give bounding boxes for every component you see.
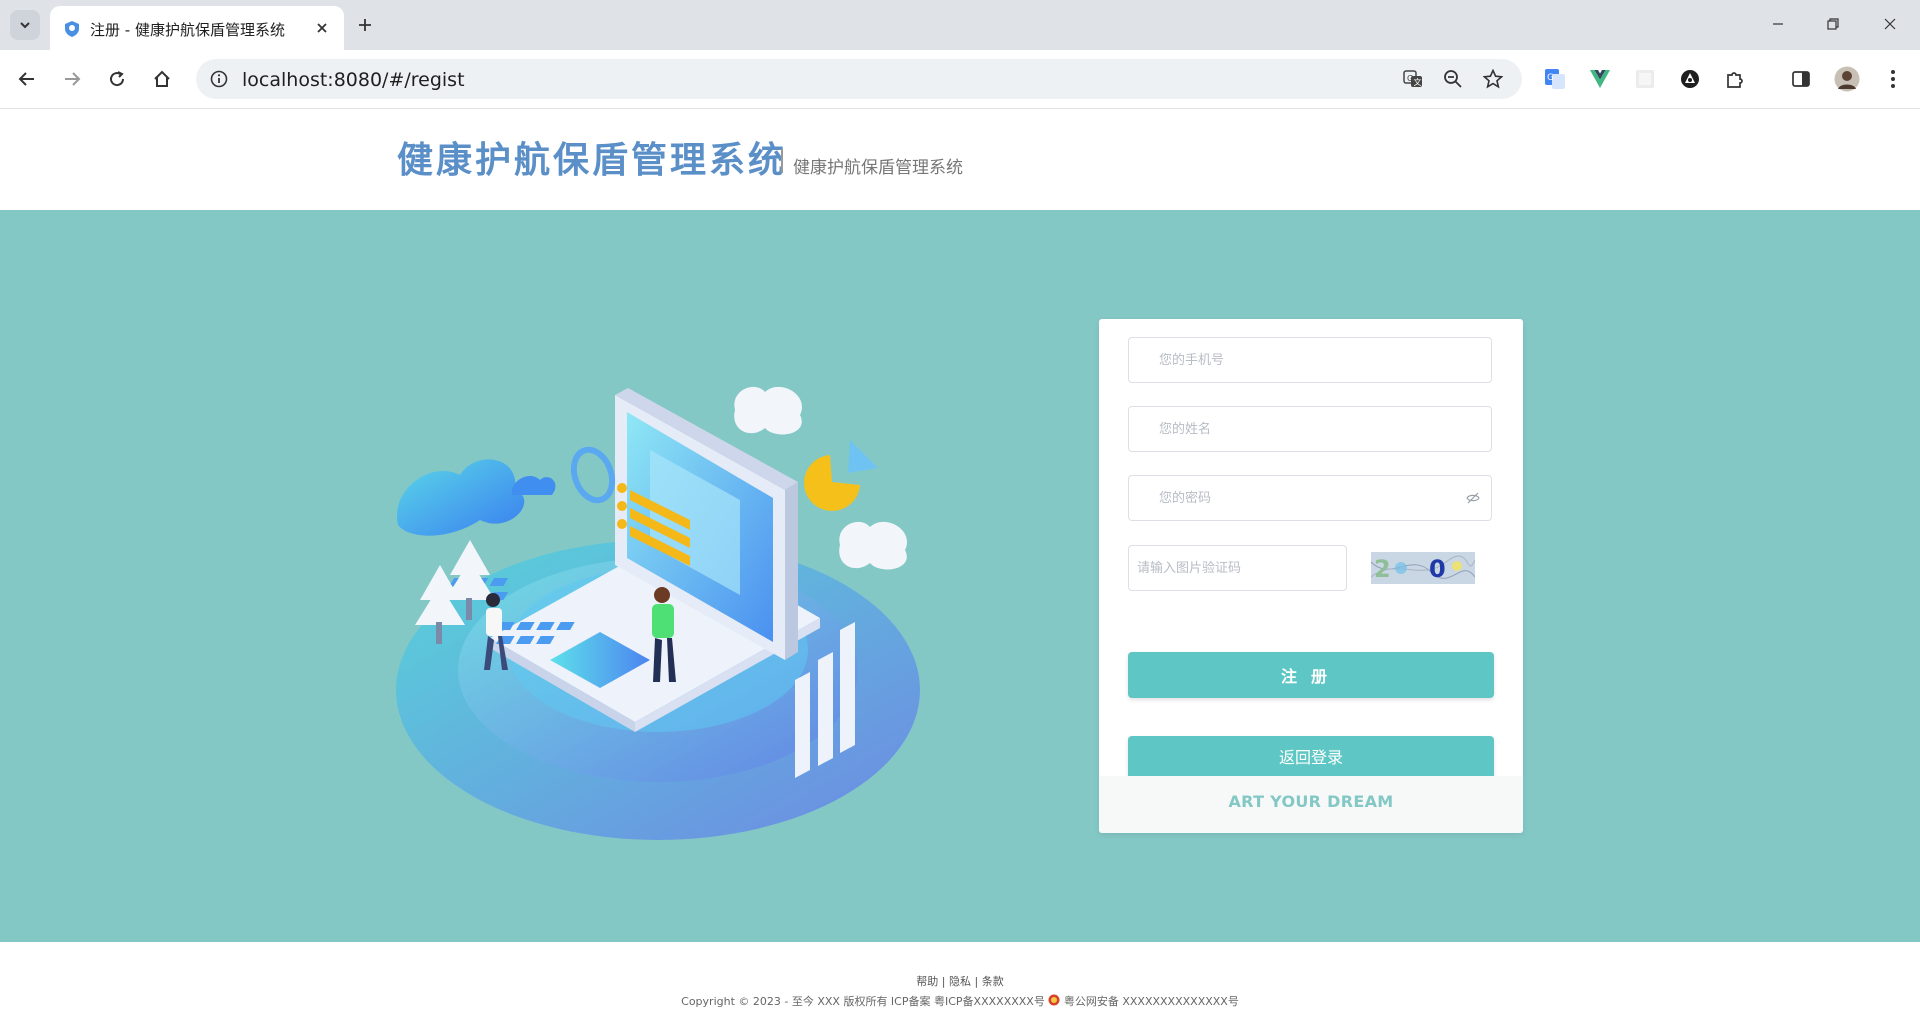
side-panel-icon <box>1792 71 1810 87</box>
help-link[interactable]: 帮助 <box>916 975 938 988</box>
close-icon <box>317 23 327 33</box>
hero-section: 2 0 注册 返回登录 ART YOUR DREAM <box>0 210 1920 942</box>
svg-text:2: 2 <box>1374 555 1391 583</box>
blank-extension[interactable] <box>1632 66 1658 92</box>
tab-title: 注册 - 健康护航保盾管理系统 <box>90 21 285 39</box>
copyright-text: Copyright © 2023 - 至今 XXX 版权所有 ICP备案 粤IC… <box>681 995 1045 1008</box>
forward-arrow-icon <box>65 72 81 86</box>
chevron-down-icon <box>20 22 30 29</box>
google-translate-extension[interactable]: G <box>1542 66 1568 92</box>
extensions-menu-button[interactable] <box>1722 66 1748 92</box>
puzzle-icon <box>1727 72 1743 88</box>
site-title: 健康护航保盾管理系统 <box>397 139 788 181</box>
close-window-icon <box>1884 18 1896 30</box>
browser-toolbar: localhost:8080/#/regist G文 G <box>0 50 1920 109</box>
blank-extension-icon <box>1636 70 1654 88</box>
reload-icon <box>110 71 125 87</box>
translate-icon: G文 <box>1403 70 1422 87</box>
zoom-button[interactable] <box>1441 67 1465 91</box>
captcha-noise: 2 0 <box>1371 555 1475 583</box>
vue-devtools-icon <box>1590 70 1610 88</box>
terms-link[interactable]: 条款 <box>982 975 1004 988</box>
more-menu-button[interactable] <box>1880 66 1906 92</box>
bookmark-button[interactable] <box>1481 67 1505 91</box>
profile-button[interactable] <box>1834 66 1860 92</box>
close-window-button[interactable] <box>1872 10 1908 38</box>
password-field[interactable] <box>1128 475 1492 521</box>
side-panel-button[interactable] <box>1788 66 1814 92</box>
url-text[interactable]: localhost:8080/#/regist <box>242 69 465 91</box>
svg-text:G: G <box>1547 73 1554 83</box>
page-footer: 帮助 | 隐私 | 条款 Copyright © 2023 - 至今 XXX 版… <box>0 942 1920 1020</box>
link-separator: | <box>974 975 979 988</box>
card-slogan: ART YOUR DREAM <box>1228 792 1394 811</box>
privacy-link[interactable]: 隐私 <box>949 975 971 988</box>
password-input[interactable] <box>1129 476 1491 520</box>
captcha-image[interactable]: 2 0 <box>1371 552 1475 584</box>
phone-field[interactable] <box>1128 337 1492 383</box>
more-menu-icon <box>1891 70 1895 88</box>
forward-button[interactable] <box>56 63 88 95</box>
google-translate-icon: G <box>1545 69 1565 89</box>
extension-icon <box>1681 70 1699 88</box>
svg-text:0: 0 <box>1429 555 1446 583</box>
zoom-out-icon <box>1444 70 1462 88</box>
police-badge-icon <box>1048 994 1060 1006</box>
link-separator: | <box>941 975 946 988</box>
back-to-login-button[interactable]: 返回登录 <box>1128 736 1494 776</box>
site-header: 健康护航保盾管理系统 健康护航保盾管理系统 <box>0 109 1920 210</box>
title-divider <box>781 149 783 173</box>
plus-icon <box>359 19 371 31</box>
minimize-button[interactable] <box>1760 10 1796 38</box>
name-input[interactable] <box>1129 407 1491 451</box>
tab-close-button[interactable] <box>312 18 332 38</box>
captcha-input[interactable] <box>1129 546 1346 590</box>
minimize-icon <box>1773 23 1783 25</box>
police-record-text: 粤公网安备 XXXXXXXXXXXXXX号 <box>1063 995 1239 1008</box>
address-bar[interactable]: localhost:8080/#/regist G文 <box>196 59 1522 99</box>
captcha-field[interactable] <box>1128 545 1347 591</box>
reload-button[interactable] <box>101 63 133 95</box>
browser-tab-bar: 注册 - 健康护航保盾管理系统 <box>0 0 1920 50</box>
phone-input[interactable] <box>1129 338 1491 382</box>
computer-illustration <box>396 386 920 840</box>
home-icon <box>154 70 170 87</box>
dark-extension[interactable] <box>1677 66 1703 92</box>
back-arrow-icon <box>18 72 34 86</box>
vue-devtools-extension[interactable] <box>1587 66 1613 92</box>
svg-text:文: 文 <box>1414 77 1422 87</box>
register-form-card: 2 0 注册 返回登录 ART YOUR DREAM <box>1099 319 1523 833</box>
card-footer: ART YOUR DREAM <box>1099 776 1523 833</box>
new-tab-button[interactable] <box>352 12 378 38</box>
site-subtitle: 健康护航保盾管理系统 <box>793 158 963 178</box>
back-button[interactable] <box>11 63 43 95</box>
site-info-icon[interactable] <box>210 70 228 88</box>
footer-links: 帮助 | 隐私 | 条款 <box>0 973 1920 989</box>
svg-text:G: G <box>1407 74 1413 83</box>
star-icon <box>1483 69 1503 89</box>
eye-off-icon[interactable] <box>1465 490 1481 506</box>
restore-button[interactable] <box>1815 10 1851 38</box>
restore-icon <box>1827 18 1839 30</box>
footer-copyright: Copyright © 2023 - 至今 XXX 版权所有 ICP备案 粤IC… <box>0 993 1920 1009</box>
tab-search-button[interactable] <box>10 10 40 40</box>
avatar <box>1834 66 1860 92</box>
home-button[interactable] <box>146 63 178 95</box>
browser-tab[interactable]: 注册 - 健康护航保盾管理系统 <box>50 6 344 50</box>
translate-button[interactable]: G文 <box>1401 67 1425 91</box>
name-field[interactable] <box>1128 406 1492 452</box>
shield-favicon-icon <box>65 21 79 37</box>
register-button[interactable]: 注册 <box>1128 652 1494 698</box>
